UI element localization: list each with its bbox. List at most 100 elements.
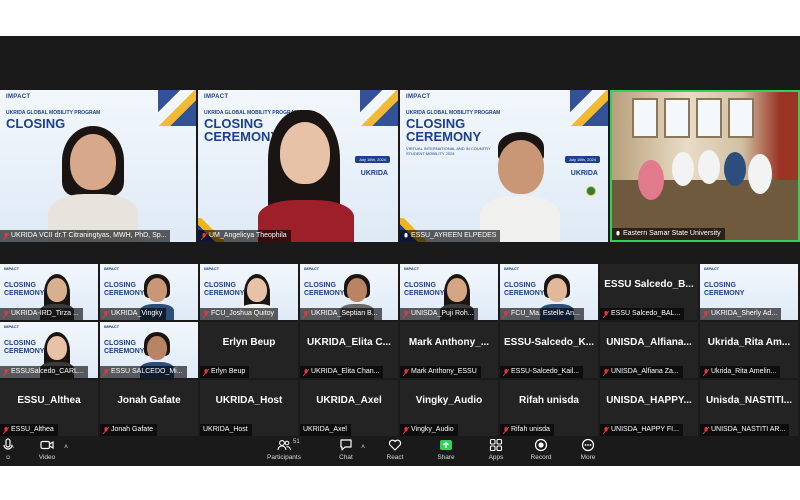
video-tile-speaker-2[interactable]: IMPACT UKRIDA GLOBAL MOBILITY PROGRAM CL… (198, 90, 398, 242)
gallery-tile[interactable]: Vingky_Audio Vingky_Audio (400, 380, 498, 436)
video-label: Video (38, 454, 56, 461)
muted-mic-icon (103, 368, 109, 376)
chevron-up-icon[interactable]: ˄ (10, 444, 14, 451)
gallery-tile[interactable]: UNISDA_HAPPY... UNISDA_HAPPY FI... (600, 380, 698, 436)
slide-title-line2: CEREMONY (4, 348, 45, 355)
gallery-tile[interactable]: ESSU_Althea ESSU_Althea (0, 380, 98, 436)
gallery-tile[interactable]: IMPACT CLOSING CEREMONY ESSUSalcedo_CARL... (0, 322, 98, 378)
participant-name-tag: UNISDA_HAPPY FI... (600, 424, 683, 436)
muted-mic-icon (703, 310, 709, 318)
video-tile-speaker-3[interactable]: IMPACT UKRIDA GLOBAL MOBILITY PROGRAM CL… (400, 90, 608, 242)
participant-name-tag: UNISDA_Alfiana Za... (600, 366, 683, 378)
gallery-tile[interactable]: Jonah Gafate Jonah Gafate (100, 380, 198, 436)
slide-decoration (158, 90, 196, 126)
gallery-tile[interactable]: UNISDA_Alfiana... UNISDA_Alfiana Za... (600, 322, 698, 378)
participant-name-tag: FCU_Ma. Estelle An... (500, 308, 584, 320)
participant-display-name: UNISDA_Alfiana... (606, 337, 692, 348)
chat-label: Chat (339, 454, 353, 461)
participant-count: 51 (293, 439, 300, 445)
muted-mic-icon (103, 426, 109, 434)
participant-name: Erlyn Beup (211, 368, 246, 375)
participant-name-tag: UKRIDA-IRD_Tirza ... (0, 308, 83, 320)
gallery-tile[interactable]: Erlyn Beup Erlyn Beup (200, 322, 298, 378)
gallery-tile[interactable]: UKRIDA_Host UKRIDA_Host (200, 380, 298, 436)
slide-brand: IMPACT (104, 324, 120, 329)
muted-mic-icon (603, 310, 609, 318)
muted-mic-icon (403, 368, 409, 376)
gallery-tile[interactable]: IMPACT CLOSING CEREMONY UKRIDA_Septian B... (300, 264, 398, 320)
apps-button[interactable]: Apps (474, 438, 518, 464)
slide-title-line2: CEREMONY (4, 290, 45, 297)
participant-name-tag: Jonah Gafate (100, 424, 158, 436)
slide-title-line2: CEREMONY (504, 290, 545, 297)
participant-name: ESSU SALCEDO_Mi... (111, 368, 183, 375)
participant-display-name: UKRIDA_Host (215, 395, 283, 406)
audio-label: o (6, 454, 10, 461)
gallery-tile[interactable]: IMPACT CLOSING CEREMONY ESSU SALCEDO_Mi... (100, 322, 198, 378)
participant-name: UKRIDA_Elita Chan... (311, 368, 380, 375)
slide-title-line2: CEREMONY (304, 290, 345, 297)
slide-title-line1: CLOSING (104, 340, 136, 347)
mic-icon (616, 230, 620, 235)
participant-name-tag: Vingky_Audio (400, 424, 458, 436)
participant-display-name: Vingky_Audio (415, 395, 483, 406)
participant-name-tag: ESSU Salcedo_BAL... (600, 308, 685, 320)
gallery-tile[interactable]: Unisda_NASTITI... UNISDA_NASTITI AR... (700, 380, 798, 436)
gallery-tile[interactable]: IMPACT CLOSING CEREMONY UKRIDA_Sherly Ad... (700, 264, 798, 320)
gallery-tile[interactable]: Ukrida_Rita Am... Ukrida_Rita Amelin... (700, 322, 798, 378)
participant-name-tag: Rifah unisda (500, 424, 554, 436)
slide-brand: IMPACT (704, 266, 720, 271)
participant-name: ESSU_Althea (11, 426, 54, 433)
audience-member (724, 152, 746, 186)
video-button[interactable]: Video (25, 438, 69, 464)
participant-name: ESSU-Salcedo_Kail... (511, 368, 580, 375)
participant-name: UNISDA_NASTITI AR... (711, 426, 786, 433)
gallery-tile[interactable]: ESSU-Salcedo_K... ESSU-Salcedo_Kail... (500, 322, 598, 378)
participant-display-name: UKRIDA_Elita C... (307, 337, 391, 348)
participant-name: Jonah Gafate (111, 426, 154, 433)
chevron-up-icon[interactable]: ˄ (64, 444, 68, 451)
gallery-tile[interactable]: IMPACT CLOSING CEREMONY UKRIDA-IRD_Tirza ..… (0, 264, 98, 320)
participant-name-tag: Erlyn Beup (200, 366, 250, 378)
gallery-tile[interactable]: Rifah unisda Rifah unisda (500, 380, 598, 436)
slide-brand: IMPACT (406, 94, 431, 100)
participant-name: Eastern Samar State University (623, 230, 721, 237)
gallery-tile[interactable]: IMPACT CLOSING CEREMONY FCU_Ma. Estelle An.… (500, 264, 598, 320)
muted-mic-icon (703, 368, 709, 376)
record-button[interactable]: Record (519, 438, 563, 464)
gallery-tile[interactable]: Mark Anthony_... Mark Anthony_ESSU (400, 322, 498, 378)
participant-video (258, 110, 354, 242)
participant-name: UKRIDA_Axel (303, 426, 347, 433)
participant-video (480, 132, 560, 242)
gallery-tile[interactable]: UKRIDA_Elita C... UKRIDA_Elita Chan... (300, 322, 398, 378)
react-button[interactable]: React (373, 438, 417, 464)
record-label: Record (530, 454, 552, 461)
room-window (664, 98, 690, 138)
share-button[interactable]: Share (424, 438, 468, 464)
gallery-tile[interactable]: IMPACT CLOSING CEREMONY FCU_Joshua Quitoy (200, 264, 298, 320)
gallery-tile[interactable]: IMPACT CLOSING CEREMONY UKRIDA_Vingky (100, 264, 198, 320)
chevron-up-icon[interactable]: ˄ (361, 444, 365, 451)
gallery-tile[interactable]: UKRIDA_Axel UKRIDA_Axel (300, 380, 398, 436)
gallery-tile[interactable]: IMPACT CLOSING CEREMONY UNISDA_Puji Roh... (400, 264, 498, 320)
participant-name: UNISDA_Puji Roh... (411, 310, 474, 317)
participant-name: Mark Anthony_ESSU (411, 368, 477, 375)
video-tile-active-speaker[interactable]: Eastern Samar State University (610, 90, 800, 242)
participant-name: ESSU_AYREEN ELPEDES (411, 232, 497, 239)
muted-mic-icon (303, 310, 309, 318)
video-tile-speaker-1[interactable]: IMPACT UKRIDA GLOBAL MOBILITY PROGRAM CL… (0, 90, 196, 242)
participant-display-name: ESSU-Salcedo_K... (504, 337, 595, 348)
chat-button[interactable]: Chat (324, 438, 368, 464)
participant-display-name: UKRIDA_Axel (316, 395, 382, 406)
muted-mic-icon (503, 310, 509, 318)
muted-mic-icon (403, 426, 409, 434)
muted-mic-icon (3, 232, 9, 240)
participant-display-name: Erlyn Beup (222, 337, 276, 348)
muted-mic-icon (703, 426, 709, 434)
slide-title-line1: CLOSING (4, 340, 36, 347)
gallery-tile[interactable]: ESSU Salcedo_B... ESSU Salcedo_BAL... (600, 264, 698, 320)
slide-decoration (570, 90, 608, 126)
muted-mic-icon (203, 368, 209, 376)
more-button[interactable]: More (566, 438, 610, 464)
muted-mic-icon (3, 368, 9, 376)
